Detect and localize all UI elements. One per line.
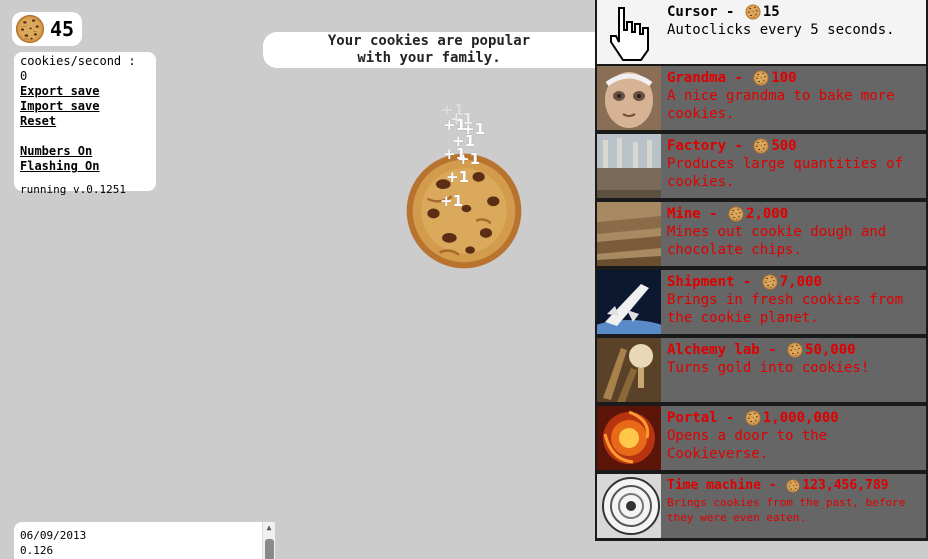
news-message: Your cookies are popular with your famil… [263,32,595,68]
item-name: Alchemy lab [667,342,760,358]
grandma-portrait-icon [597,66,661,130]
store-item-mine[interactable]: Mine - 2,000 Mines out cookie dough and … [597,202,926,266]
item-name: Factory [667,138,727,154]
cookie-icon [745,4,761,20]
store-item-portal[interactable]: Portal - 1,000,000 Opens a door to the C… [597,406,926,470]
hand-cursor-icon [597,0,661,64]
item-name: Cursor [667,4,718,20]
store-panel: Cursor - 15 Autoclicks every 5 seconds. … [595,0,928,541]
item-desc: Opens a door to the Cookieverse. [667,428,828,462]
clock-spiral-icon [597,474,661,538]
click-floater: +1 [440,192,464,210]
import-save-link[interactable]: Import save [20,99,150,114]
item-price: 100 [771,70,797,86]
click-floater: +1 [457,150,481,168]
scroll-up-icon[interactable]: ▲ [263,522,275,534]
item-desc: Produces large quantities of cookies. [667,156,904,190]
item-price: 123,456,789 [802,478,889,493]
cookies-per-second: cookies/second : 0 [20,54,136,83]
cookie-icon [786,479,800,493]
item-name: Mine [667,206,701,222]
item-desc: Autoclicks every 5 seconds. [667,22,895,38]
item-name: Grandma [667,70,727,86]
item-desc: Brings cookies from the past, before the… [667,496,906,524]
item-price: 500 [771,138,797,154]
item-desc: Mines out cookie dough and chocolate chi… [667,224,887,258]
news-line-1: Your cookies are popular [327,33,531,49]
log-scrollbar[interactable]: ▲ [262,522,275,559]
store-item-factory[interactable]: Factory - 500 Produces large quantities … [597,134,926,198]
store-item-alchemy-lab[interactable]: Alchemy lab - 50,000 Turns gold into coo… [597,338,926,402]
stats-log: 06/09/2013 0.126 ▲ [14,522,275,559]
item-price: 50,000 [805,342,856,358]
cookie-icon [745,410,761,426]
cookie-icon [762,274,778,290]
log-date: 06/09/2013 [20,529,87,542]
export-save-link[interactable]: Export save [20,84,150,99]
click-floater: +1 [446,168,470,186]
store-item-time-machine[interactable]: Time machine - 123,456,789 Brings cookie… [597,474,926,538]
store-item-grandma[interactable]: Grandma - 100 A nice grandma to bake mor… [597,66,926,130]
cookie-counter: 45 [12,12,82,46]
item-desc: Brings in fresh cookies from the cookie … [667,292,904,326]
item-desc: Turns gold into cookies! [667,360,870,376]
flashing-toggle-link[interactable]: Flashing On [20,159,150,174]
store-item-shipment[interactable]: Shipment - 7,000 Brings in fresh cookies… [597,270,926,334]
options-menu: cookies/second : 0 Export save Import sa… [14,52,156,196]
cookie-icon [15,14,45,44]
item-price: 15 [762,4,780,20]
factory-icon [597,134,661,198]
item-price: 7,000 [779,274,822,290]
alchemy-icon [597,338,661,402]
item-price: 1,000,000 [762,410,839,426]
mine-icon [597,202,661,266]
reset-link[interactable]: Reset [20,114,150,129]
item-name: Time machine [667,478,761,493]
item-name: Shipment [667,274,735,290]
news-line-2: with your family. [357,50,501,66]
cookie-icon [753,138,769,154]
item-name: Portal [667,410,718,426]
numbers-toggle-link[interactable]: Numbers On [20,144,150,159]
log-value: 0.126 [20,544,54,557]
cookie-count: 45 [50,17,75,41]
scroll-thumb[interactable] [265,539,274,559]
store-item-cursor[interactable]: Cursor - 15 Autoclicks every 5 seconds. [597,0,926,64]
cookie-icon [728,206,744,222]
cookie-icon [753,70,769,86]
version-label: running v.0.1251 [20,183,126,196]
cookie-icon [787,342,803,358]
shuttle-icon [597,270,661,334]
portal-icon [597,406,661,470]
item-desc: A nice grandma to bake more cookies. [667,88,895,122]
item-price: 2,000 [746,206,789,222]
